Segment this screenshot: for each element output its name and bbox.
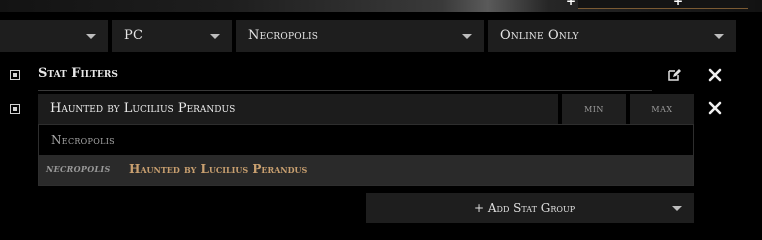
filter-row-checkbox[interactable] [10, 104, 20, 114]
dropdown-group-header: Necropolis [51, 133, 115, 147]
chevron-down-icon [86, 34, 96, 39]
option-category-tag: NECROPOLIS [46, 164, 111, 174]
chevron-down-icon [714, 34, 724, 39]
stat-filters-title: Stat Filters [38, 66, 118, 81]
stat-filter-input[interactable]: Haunted by Lucilius Perandus [38, 94, 558, 124]
header-banner: + + [0, 0, 762, 12]
divider [38, 90, 652, 91]
add-stat-group-label: + Add Stat Group [474, 201, 576, 215]
max-placeholder: max [651, 102, 673, 115]
max-input[interactable]: max [630, 94, 694, 124]
platform-select[interactable]: PC [112, 20, 232, 52]
plus-icon[interactable]: + [566, 0, 576, 8]
min-placeholder: min [584, 102, 604, 115]
chevron-down-icon [210, 34, 220, 39]
stat-filter-text: Haunted by Lucilius Perandus [50, 101, 236, 116]
banner-buttons: + + [566, 0, 748, 9]
platform-select-value: PC [124, 28, 144, 43]
chevron-down-icon[interactable] [672, 206, 682, 211]
add-stat-group-button[interactable]: + Add Stat Group [366, 193, 694, 223]
option-label: Haunted by Lucilius Perandus [129, 162, 308, 176]
plus-icon[interactable]: + [673, 0, 683, 8]
chevron-down-icon [462, 34, 472, 39]
edit-icon[interactable] [666, 67, 684, 85]
stat-filters-checkbox[interactable] [10, 70, 20, 80]
min-input[interactable]: min [562, 94, 626, 124]
checkbox-fill [13, 107, 17, 111]
status-select-value: Online Only [500, 28, 579, 43]
league-select-value: Necropolis [248, 28, 319, 43]
checkbox-fill [13, 73, 17, 77]
dropdown-option[interactable]: NECROPOLIS Haunted by Lucilius Perandus [39, 155, 693, 185]
close-icon[interactable] [707, 100, 725, 118]
close-icon[interactable] [707, 67, 725, 85]
category-select[interactable] [0, 20, 108, 52]
status-select[interactable]: Online Only [488, 20, 736, 52]
league-select[interactable]: Necropolis [236, 20, 484, 52]
stat-suggestions-dropdown: Necropolis NECROPOLIS Haunted by Luciliu… [38, 124, 694, 186]
